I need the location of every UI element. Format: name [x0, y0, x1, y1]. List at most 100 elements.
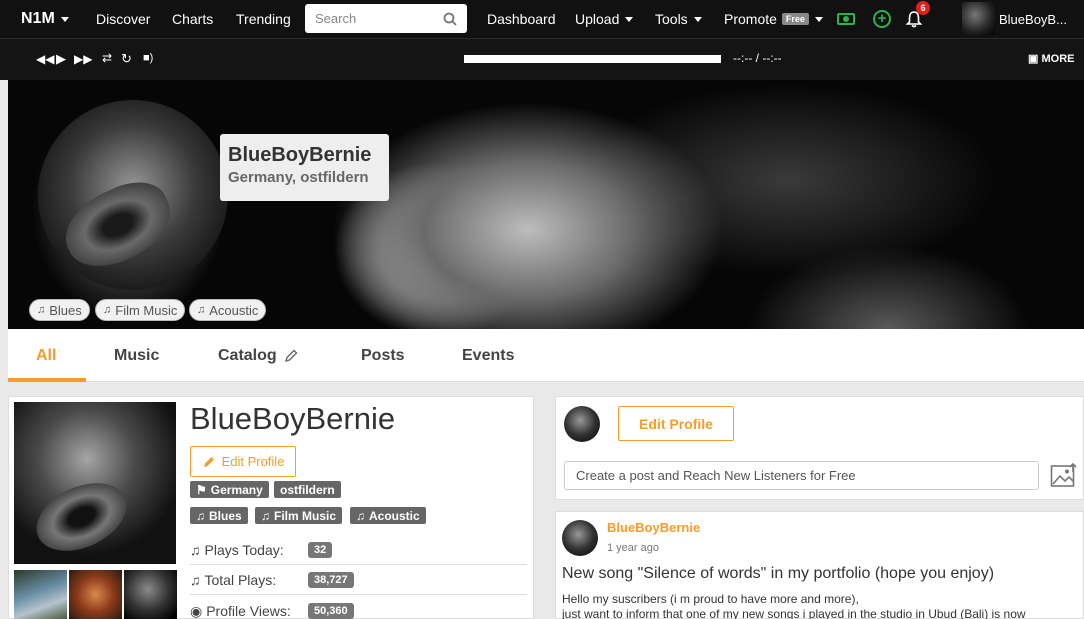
nav-tools-label: Tools [655, 11, 688, 27]
free-badge: Free [781, 13, 809, 25]
flag-icon: ⚑ [196, 482, 207, 497]
stat-label: Plays Today: [204, 541, 284, 558]
post-timestamp: 1 year ago [607, 542, 659, 554]
more-button[interactable]: ▣ MORE [1028, 52, 1074, 65]
genre-pill-blues[interactable]: ♫ Blues [29, 299, 90, 321]
brand-menu[interactable]: N1M [21, 0, 69, 38]
stat-label: Profile Views: [206, 603, 291, 619]
post-author-avatar[interactable] [562, 520, 598, 556]
post-author-link[interactable]: BlueBoyBernie [607, 520, 700, 535]
tab-catalog-label: Catalog [218, 346, 277, 364]
create-post-placeholder: Create a post and Reach New Listeners fo… [576, 468, 856, 483]
music-note-icon: ♫ [356, 508, 365, 523]
genre-tag-film-music[interactable]: ♫ Film Music [255, 507, 343, 524]
repeat-icon[interactable]: ↻ [121, 51, 132, 67]
search-input[interactable]: Search [305, 4, 467, 33]
search-icon[interactable] [443, 12, 457, 26]
genre-tag-blues[interactable]: ♫ Blues [190, 507, 248, 524]
image-upload-icon[interactable] [1050, 463, 1078, 489]
nav-tools[interactable]: Tools [655, 0, 702, 38]
genre-tag-acoustic[interactable]: ♫ Acoustic [350, 507, 426, 524]
tab-events[interactable]: Events [462, 329, 514, 382]
volume-icon[interactable]: ■) [143, 52, 153, 64]
stat-value: 32 [308, 541, 333, 558]
notification-badge: 6 [916, 1, 930, 15]
add-icon[interactable]: + [873, 10, 891, 28]
banner-location: Germany, ostfildern [228, 169, 369, 186]
music-note-icon: ♫ [37, 304, 46, 316]
genre-pill-acoustic[interactable]: ♫ Acoustic [189, 299, 267, 321]
user-avatar[interactable] [962, 2, 995, 35]
eye-icon: ◉ [190, 602, 203, 619]
pencil-icon [203, 456, 214, 467]
music-note-icon: ♫ [103, 304, 112, 316]
nav-discover[interactable]: Discover [96, 0, 150, 38]
photo-thumbnail[interactable] [14, 570, 67, 619]
shuffle-icon[interactable]: ⇄ [102, 51, 112, 65]
edit-profile-button[interactable]: Edit Profile [190, 446, 296, 477]
photo-thumbnail[interactable] [69, 570, 122, 619]
user-name-label: BlueBoyB... [999, 11, 1067, 27]
edit-profile-label: Edit Profile [221, 454, 285, 469]
nav-dashboard[interactable]: Dashboard [487, 0, 556, 38]
profile-banner [8, 80, 1084, 329]
tab-catalog[interactable]: Catalog [218, 329, 299, 382]
city-tag[interactable]: ostfildern [274, 481, 341, 498]
post-body-line: Hello my suscribers (i m proud to have m… [562, 592, 859, 606]
post-body-line: just want to inform that one of my new s… [562, 607, 1026, 619]
top-navbar: N1M Discover Charts Trending Search Dash… [0, 0, 1084, 38]
profile-tabs: All Music Catalog Posts Events [8, 329, 1084, 382]
music-note-icon: ♫ [196, 508, 205, 523]
chevron-down-icon [814, 16, 823, 22]
money-icon[interactable] [837, 13, 855, 25]
country-label: Germany [210, 482, 263, 497]
time-display: --:-- / --:-- [733, 51, 782, 65]
genre-pill-film-music[interactable]: ♫ Film Music [95, 299, 186, 321]
chevron-down-icon [60, 16, 69, 22]
search-placeholder: Search [315, 11, 357, 26]
profile-picture[interactable] [14, 402, 176, 565]
nav-promote[interactable]: Promote Free [724, 0, 823, 38]
chevron-down-icon [625, 16, 634, 22]
tab-all[interactable]: All [36, 329, 56, 382]
genre-tag-label: Blues [209, 508, 242, 523]
banner-name-card: BlueBoyBernie Germany, ostfildern [220, 134, 389, 201]
country-tag[interactable]: ⚑ Germany [190, 481, 269, 498]
genre-pill-label: Blues [49, 302, 82, 318]
user-menu[interactable]: BlueBoyB... [999, 0, 1067, 38]
chevron-down-icon [693, 16, 702, 22]
nav-upload-label: Upload [575, 11, 620, 27]
genre-pill-label: Film Music [115, 302, 178, 318]
post-body: Hello my suscribers (i m proud to have m… [562, 592, 1082, 619]
nav-trending[interactable]: Trending [236, 0, 291, 38]
brand-label: N1M [21, 10, 55, 27]
more-label: MORE [1041, 53, 1075, 65]
photo-thumbnail[interactable] [124, 570, 177, 619]
stat-value: 50,360 [308, 603, 354, 619]
create-post-input[interactable]: Create a post and Reach New Listeners fo… [564, 461, 1039, 490]
play-icon[interactable]: ▶ [56, 51, 66, 67]
post-title: New song "Silence of words" in my portfo… [562, 565, 995, 582]
stat-total-plays: ♫ Total Plays: 38,727 [190, 565, 527, 595]
music-note-icon: ♫ [197, 304, 206, 316]
tab-posts[interactable]: Posts [361, 329, 405, 382]
profile-name: BlueBoyBernie [190, 401, 396, 436]
tab-music[interactable]: Music [114, 329, 159, 382]
stat-plays-today: ♫ Plays Today: 32 [190, 535, 527, 565]
nav-upload[interactable]: Upload [575, 0, 634, 38]
genre-pill-label: Acoustic [209, 302, 259, 318]
nav-charts[interactable]: Charts [172, 0, 213, 38]
genre-tag-label: Film Music [274, 508, 337, 523]
progress-bar[interactable] [464, 55, 721, 63]
stat-profile-views: ◉ Profile Views: 50,360 [190, 596, 527, 619]
edit-profile-button-secondary[interactable]: Edit Profile [618, 406, 734, 441]
next-icon[interactable]: ▶▶ [74, 52, 92, 66]
stat-label: Total Plays: [204, 571, 277, 588]
genre-tag-label: Acoustic [369, 508, 420, 523]
previous-icon[interactable]: ◀◀ [36, 52, 54, 66]
composer-avatar[interactable] [564, 406, 600, 442]
expand-icon: ▣ [1028, 53, 1039, 65]
nav-promote-label: Promote [724, 11, 777, 27]
guitar-image [25, 469, 138, 565]
banner-artist-name: BlueBoyBernie [228, 144, 372, 166]
